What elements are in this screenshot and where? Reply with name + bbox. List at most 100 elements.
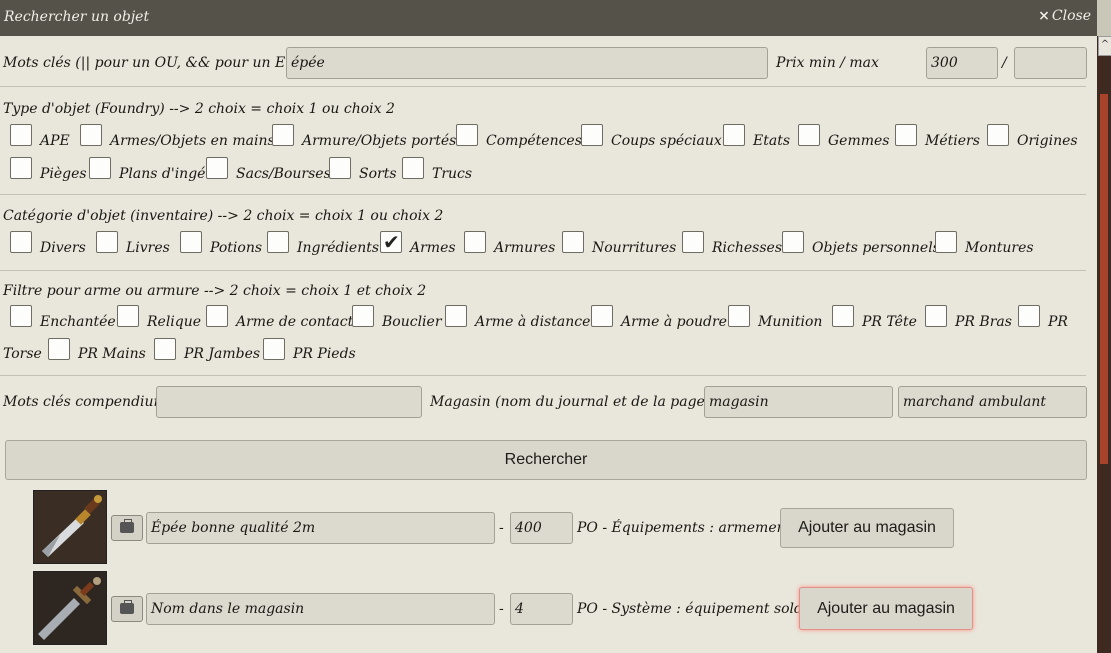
shop-page-input[interactable]: marchand ambulant <box>898 386 1087 418</box>
result-name-input[interactable]: Nom dans le magasin <box>146 593 495 625</box>
result-image <box>33 571 107 645</box>
checkbox-pieges[interactable] <box>10 157 32 179</box>
checkbox-montures[interactable] <box>935 231 957 253</box>
checkbox-enchantee[interactable] <box>10 305 32 327</box>
divider <box>0 270 1086 271</box>
checkbox-label: Enchantée <box>40 314 116 330</box>
checkbox-pr-pieds[interactable] <box>263 338 285 360</box>
chevron-up-icon[interactable]: ^ <box>1098 36 1111 56</box>
price-min-input[interactable]: 300 <box>926 47 998 79</box>
checkbox-label: PR Pieds <box>293 346 356 362</box>
checkbox-ingredients[interactable] <box>267 231 289 253</box>
search-button[interactable]: Rechercher <box>5 440 1087 480</box>
close-icon: × <box>1038 8 1050 24</box>
checkbox-divers[interactable] <box>10 231 32 253</box>
result-info: PO - Équipements : armement <box>577 520 792 536</box>
close-button[interactable]: × Close <box>1038 8 1091 24</box>
checkbox-sorts[interactable] <box>329 157 351 179</box>
checkbox-munition[interactable] <box>728 305 750 327</box>
divider <box>0 194 1086 195</box>
checkbox-label: Montures <box>965 240 1034 256</box>
checkbox-trucs[interactable] <box>402 157 424 179</box>
add-to-shop-button[interactable]: Ajouter au magasin <box>780 508 954 548</box>
checkbox-origines[interactable] <box>987 124 1009 146</box>
checkbox-relique[interactable] <box>117 305 139 327</box>
checkbox-label: Nourritures <box>592 240 677 256</box>
checkbox-arme-de-contact[interactable] <box>206 305 228 327</box>
scrollbar[interactable] <box>1100 94 1108 464</box>
divider <box>0 375 1086 376</box>
checkbox-bouclier[interactable] <box>352 305 374 327</box>
window-title: Rechercher un objet <box>4 9 150 25</box>
checkbox-armes[interactable] <box>380 230 402 254</box>
checkbox-label: Arme à distance <box>475 314 591 330</box>
checkbox-richesses[interactable] <box>682 231 704 253</box>
checkbox-label: Bouclier <box>382 314 442 330</box>
checkbox-label: Potions <box>210 240 263 256</box>
checkbox-armes-objets-en-mains[interactable] <box>80 124 102 146</box>
compendium-input[interactable] <box>156 386 422 418</box>
checkbox-pr-bras[interactable] <box>925 305 947 327</box>
checkbox-label: Munition <box>758 314 823 330</box>
checkbox-arme-a-poudre[interactable] <box>591 305 613 327</box>
window-titlebar: Rechercher un objet × Close <box>0 0 1097 36</box>
result-dash: - <box>499 520 504 536</box>
checkbox-armure-objets-portes[interactable] <box>272 124 294 146</box>
checkbox-label: Torse <box>3 346 42 362</box>
checkbox-label: Coups spéciaux <box>611 133 722 149</box>
background-sidebar: ^ <box>1097 36 1111 653</box>
result-image <box>33 490 107 564</box>
checkbox-label: Ingrédients <box>297 240 380 256</box>
checkbox-pr-torse[interactable] <box>1018 305 1040 327</box>
shop-journal-input[interactable]: magasin <box>704 386 893 418</box>
add-to-shop-button[interactable]: Ajouter au magasin <box>799 587 973 630</box>
keywords-label: Mots clés (|| pour un OU, && pour un ET … <box>3 55 305 71</box>
checkbox-label: Armures <box>494 240 556 256</box>
price-max-input[interactable] <box>1014 47 1087 79</box>
price-label: Prix min / max <box>776 55 879 71</box>
bag-icon[interactable] <box>111 515 143 541</box>
price-separator: / <box>1002 55 1007 71</box>
checkbox-label: Pièges <box>40 166 87 182</box>
result-price-input[interactable]: 400 <box>510 512 573 544</box>
checkbox-label: Armes/Objets en mains <box>110 133 275 149</box>
checkbox-label: PR Bras <box>955 314 1012 330</box>
sword-icon <box>34 572 106 644</box>
checkbox-pr-tete[interactable] <box>832 305 854 327</box>
checkbox-label: PR Jambes <box>184 346 261 362</box>
checkbox-etats[interactable] <box>723 124 745 146</box>
checkbox-sacs-bourses[interactable] <box>206 157 228 179</box>
checkbox-label: PR <box>1048 314 1068 330</box>
checkbox-label: Richesses <box>712 240 782 256</box>
result-price-input[interactable]: 4 <box>510 593 573 625</box>
checkbox-coups-speciaux[interactable] <box>581 124 603 146</box>
sword-icon <box>34 491 106 563</box>
divider <box>0 86 1086 87</box>
checkbox-metiers[interactable] <box>895 124 917 146</box>
checkbox-potions[interactable] <box>180 231 202 253</box>
checkbox-nourritures[interactable] <box>562 231 584 253</box>
bag-icon[interactable] <box>111 596 143 622</box>
checkbox-pr-mains[interactable] <box>48 338 70 360</box>
checkbox-competences[interactable] <box>456 124 478 146</box>
checkbox-ape[interactable] <box>10 124 32 146</box>
category-heading: Catégorie d'objet (inventaire) --> 2 cho… <box>3 208 444 224</box>
checkbox-objets-personnels[interactable] <box>782 231 804 253</box>
checkbox-gemmes[interactable] <box>798 124 820 146</box>
close-label: Close <box>1051 8 1091 24</box>
checkbox-label: Divers <box>40 240 86 256</box>
checkbox-arme-a-distance[interactable] <box>445 305 467 327</box>
result-info: PO - Système : équipement soldat <box>577 601 817 617</box>
checkbox-pr-jambes[interactable] <box>154 338 176 360</box>
result-name-input[interactable]: Épée bonne qualité 2m <box>146 512 495 544</box>
checkbox-label: Origines <box>1017 133 1078 149</box>
checkbox-livres[interactable] <box>96 231 118 253</box>
checkbox-plans-d-inge[interactable] <box>89 157 111 179</box>
compendium-label: Mots clés compendium <box>3 394 167 410</box>
checkbox-label: APE <box>40 133 70 149</box>
keywords-input[interactable]: épée <box>286 47 768 79</box>
checkbox-armures[interactable] <box>464 231 486 253</box>
checkbox-label: Compétences <box>486 133 582 149</box>
checkbox-label: Métiers <box>925 133 980 149</box>
checkbox-label: Trucs <box>432 166 473 182</box>
